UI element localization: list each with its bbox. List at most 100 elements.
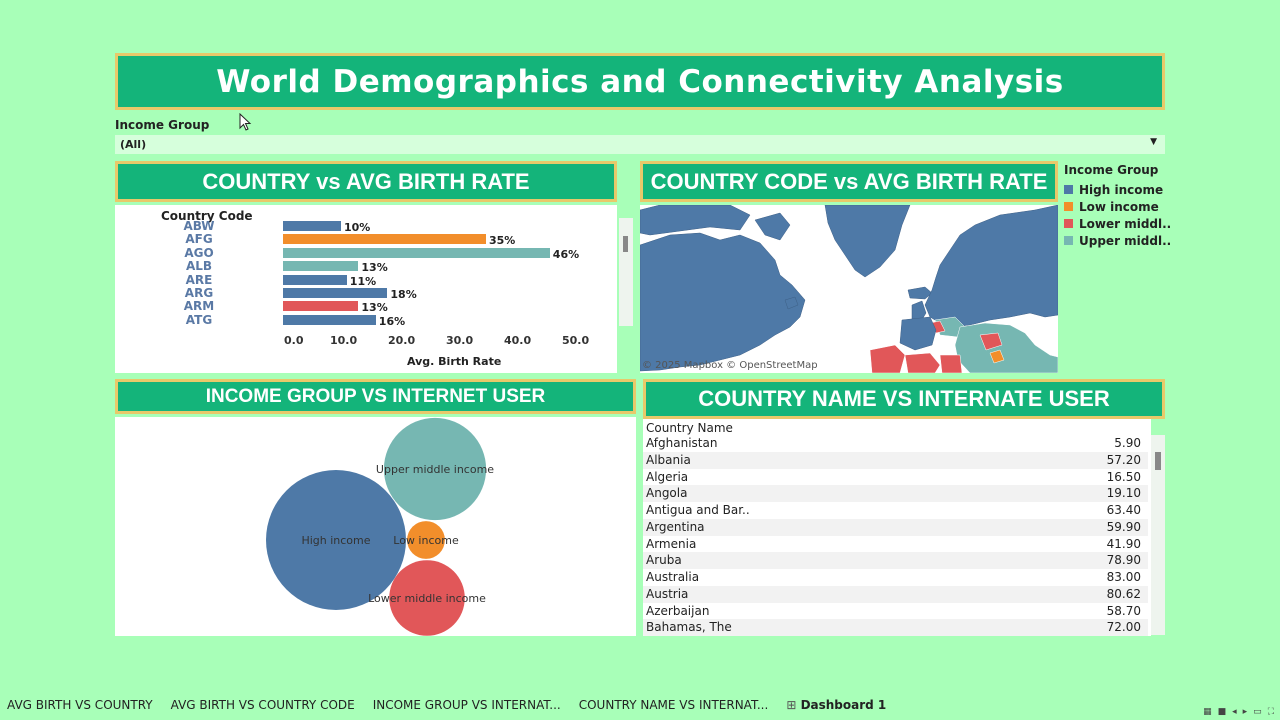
bar-category-label: ARG (184, 286, 214, 300)
mouse-cursor-icon (239, 113, 252, 131)
country-name-cell: Antigua and Bar.. (646, 503, 750, 517)
country-name-cell: Aruba (646, 553, 682, 568)
tab-avg-birth-vs-country-code[interactable]: AVG BIRTH VS COUNTRY CODE (164, 698, 362, 712)
birth-country-title: COUNTRY vs AVG BIRTH RATE (202, 168, 530, 194)
table-row[interactable]: Afghanistan 5.90 (643, 435, 1148, 452)
bubble-label: High income (301, 534, 370, 547)
table-row[interactable]: Australia 83.00 (643, 569, 1148, 586)
tab-avg-birth-vs-country[interactable]: AVG BIRTH VS COUNTRY (0, 698, 160, 712)
income-group-legend: Income Group High income Low income Lowe… (1064, 163, 1171, 249)
bar-data-label: 35% (489, 234, 516, 248)
birth-code-header: COUNTRY CODE vs AVG BIRTH RATE (640, 161, 1058, 202)
table-row[interactable]: Azerbaijan 58.70 (643, 602, 1148, 620)
dropdown-arrow-icon[interactable]: ▼ (1150, 137, 1157, 147)
x-axis-tick-label: 10.0 (330, 334, 358, 347)
table-row[interactable]: Antigua and Bar.. 63.40 (643, 502, 1148, 519)
legend-item-high-income[interactable]: High income (1064, 181, 1171, 198)
legend-swatch (1064, 219, 1073, 228)
internet-user-value-cell: 83.00 (1106, 570, 1141, 584)
country-name-cell: Afghanistan (646, 436, 718, 450)
bar-mark[interactable] (283, 288, 388, 298)
sheet-sorter-icon[interactable]: ▦ (1203, 707, 1212, 717)
table-row[interactable]: Aruba 78.90 (643, 552, 1148, 570)
table-column-header: Country Name (646, 421, 733, 435)
tab-income-group-vs-internet[interactable]: INCOME GROUP VS INTERNAT... (366, 698, 568, 712)
bar-mark[interactable] (283, 234, 486, 245)
bar-category-label: AGO (184, 245, 214, 260)
bubble-label: Low income (393, 534, 459, 547)
table-row[interactable]: Austria 80.62 (643, 585, 1148, 603)
bar-mark[interactable] (283, 221, 341, 231)
birth-code-title: COUNTRY CODE vs AVG BIRTH RATE (650, 168, 1048, 194)
bar-mark[interactable] (283, 274, 347, 285)
bar-data-label: 13% (361, 261, 388, 275)
x-axis-tick-label: 20.0 (388, 334, 416, 347)
bar-mark[interactable] (283, 247, 550, 258)
bar-chart-scrollbar[interactable] (619, 218, 633, 326)
bar-data-label: 11% (349, 274, 377, 288)
internet-user-value-cell: 63.40 (1106, 503, 1141, 517)
table-row[interactable]: Bahamas, The 72.00 (643, 619, 1148, 637)
table-scroll-thumb[interactable] (1155, 452, 1161, 470)
table-row[interactable]: Argentina 59.90 (643, 518, 1148, 536)
internet-user-value-cell: 16.50 (1106, 469, 1141, 484)
country-name-cell: Albania (646, 452, 691, 467)
bar-category-label: ARE (185, 272, 213, 287)
legend-item-upper-middle[interactable]: Upper middl.. (1064, 232, 1171, 249)
bar-category-label: ABW (183, 219, 215, 233)
country-name-cell: Bahamas, The (646, 620, 732, 635)
bubble-label: Lower middle income (368, 592, 486, 605)
bar-chart-scroll-thumb[interactable] (623, 236, 628, 252)
country-name-cell: Azerbaijan (646, 603, 710, 618)
table-row[interactable]: Algeria 16.50 (643, 468, 1148, 486)
x-axis-tick-label: 40.0 (504, 334, 532, 347)
present-icon[interactable]: ▭ (1253, 707, 1262, 717)
filter-selected-value: (All) (120, 138, 147, 151)
country-name-cell: Australia (646, 570, 700, 584)
dashboard-title: World Demographics and Connectivity Anal… (216, 63, 1064, 100)
x-axis-tick-label: 30.0 (446, 334, 474, 347)
tab-country-name-vs-internet[interactable]: COUNTRY NAME VS INTERNAT... (572, 698, 776, 712)
x-axis-tick-label: 0.0 (284, 334, 304, 347)
legend-swatch (1064, 202, 1073, 211)
sheet-tabs: AVG BIRTH VS COUNTRY AVG BIRTH VS COUNTR… (0, 690, 1280, 720)
bar-mark[interactable] (283, 314, 376, 325)
next-sheet-icon[interactable]: ▸ (1243, 707, 1248, 717)
country-internet-header: COUNTRY NAME VS INTERNATE USER (643, 379, 1165, 419)
film-strip-icon[interactable]: ■ (1218, 707, 1227, 717)
legend-item-low-income[interactable]: Low income (1064, 198, 1171, 215)
bubble-chart-svg: High income Upper middle income Low income… (266, 417, 494, 636)
bubble-chart-area: High income Upper middle income Low income… (115, 417, 636, 636)
country-name-cell: Angola (646, 486, 688, 501)
fullscreen-icon[interactable]: ⛶ (1268, 707, 1274, 717)
country-name-cell: Armenia (646, 536, 697, 551)
internet-user-value-cell: 78.90 (1106, 553, 1141, 568)
table-row[interactable]: Angola 19.10 (643, 485, 1148, 503)
country-internet-table: Country Name Afghanistan 5.90 Albania 57.20… (643, 419, 1151, 637)
internet-user-value-cell: 19.10 (1106, 486, 1141, 501)
internet-user-value-cell: 57.20 (1106, 452, 1141, 467)
birth-country-header: COUNTRY vs AVG BIRTH RATE (115, 161, 617, 202)
bar-mark[interactable] (283, 261, 359, 272)
world-map[interactable]: © 2025 Mapbox © OpenStreetMap (640, 205, 1058, 373)
legend-item-lower-middle[interactable]: Lower middl.. (1064, 215, 1171, 232)
income-group-filter-select[interactable]: (All) ▼ (115, 135, 1165, 154)
internet-user-value-cell: 41.90 (1106, 536, 1141, 551)
bar-category-label: ATG (185, 312, 213, 327)
bar-category-label: AFG (185, 232, 213, 247)
country-name-cell: Argentina (646, 519, 705, 534)
table-row[interactable]: Albania 57.20 (643, 451, 1148, 469)
world-map-svg[interactable] (640, 205, 1058, 373)
bar-chart-x-axis-title: Avg. Birth Rate (407, 355, 502, 368)
map-attribution[interactable]: © 2025 Mapbox © OpenStreetMap (642, 360, 818, 371)
bar-mark[interactable] (283, 301, 359, 312)
bar-category-label: ARM (183, 299, 215, 314)
bar-data-label: 10% (344, 221, 371, 234)
country-name-cell: Algeria (646, 469, 689, 484)
status-bar-controls: ▦ ■ ◂ ▸ ▭ ⛶ (1203, 707, 1274, 717)
first-sheet-icon[interactable]: ◂ (1232, 707, 1237, 717)
internet-user-value-cell: 59.90 (1106, 519, 1141, 534)
tab-dashboard-1[interactable]: ⊞ Dashboard 1 (779, 698, 893, 712)
table-row[interactable]: Armenia 41.90 (643, 535, 1148, 553)
table-scrollbar[interactable] (1151, 435, 1165, 635)
